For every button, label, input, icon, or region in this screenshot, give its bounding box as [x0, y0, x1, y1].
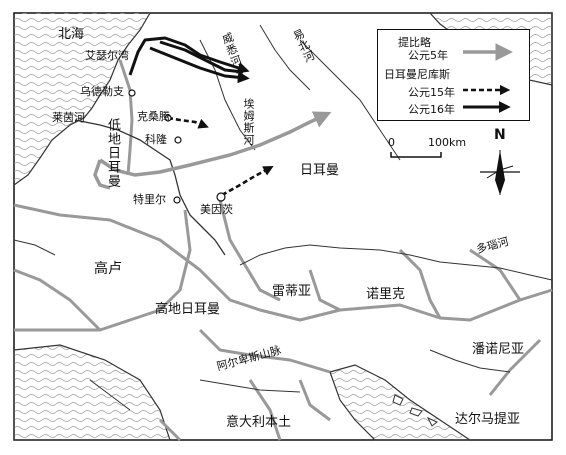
- label-noricum: 诺里克: [366, 287, 406, 302]
- legend-germanicus: 日耳曼尼库斯: [384, 68, 450, 81]
- label-lower-germany: 低地日耳曼: [105, 118, 120, 188]
- mainz-marker: [216, 192, 226, 202]
- scale-start: 0: [388, 136, 395, 149]
- label-germania: 日耳曼: [300, 163, 340, 178]
- label-ijsselmeer: 艾瑟尔湾: [85, 49, 129, 62]
- label-italy: 意大利本土: [226, 415, 292, 430]
- label-dalmatia: 达尔马提亚: [455, 412, 521, 427]
- label-rhine: 莱茵河: [52, 111, 85, 124]
- label-north-sea: 北海: [58, 27, 85, 42]
- label-utrecht: 乌德勒支: [80, 85, 124, 98]
- legend: 提比略 公元5年 日耳曼尼库斯 公元15年 公元16年: [377, 29, 530, 121]
- north-label: N: [494, 127, 506, 143]
- legend-item-16ad: 公元16年: [408, 103, 455, 116]
- label-raetia: 雷蒂亚: [272, 284, 312, 299]
- label-mainz: 美因茨: [200, 203, 233, 216]
- label-cologne: 科隆: [145, 133, 167, 146]
- cologne-marker: [174, 136, 182, 144]
- trier-marker: [173, 196, 181, 204]
- legend-item-15ad: 公元15年: [408, 86, 455, 99]
- label-trier: 特里尔: [133, 193, 166, 206]
- label-xanten: 克桑腾: [137, 110, 170, 123]
- label-gaul: 高卢: [94, 261, 122, 277]
- label-upper-germany: 高地日耳曼: [155, 302, 221, 317]
- label-pannonia: 潘诺尼亚: [472, 342, 525, 357]
- map: 提比略 公元5年 日耳曼尼库斯 公元15年 公元16年 0 100km N 北海…: [0, 0, 566, 455]
- scale-end: 100km: [428, 136, 467, 149]
- label-lippe: 埃姆斯河: [242, 98, 255, 146]
- utrecht-marker: [128, 89, 136, 97]
